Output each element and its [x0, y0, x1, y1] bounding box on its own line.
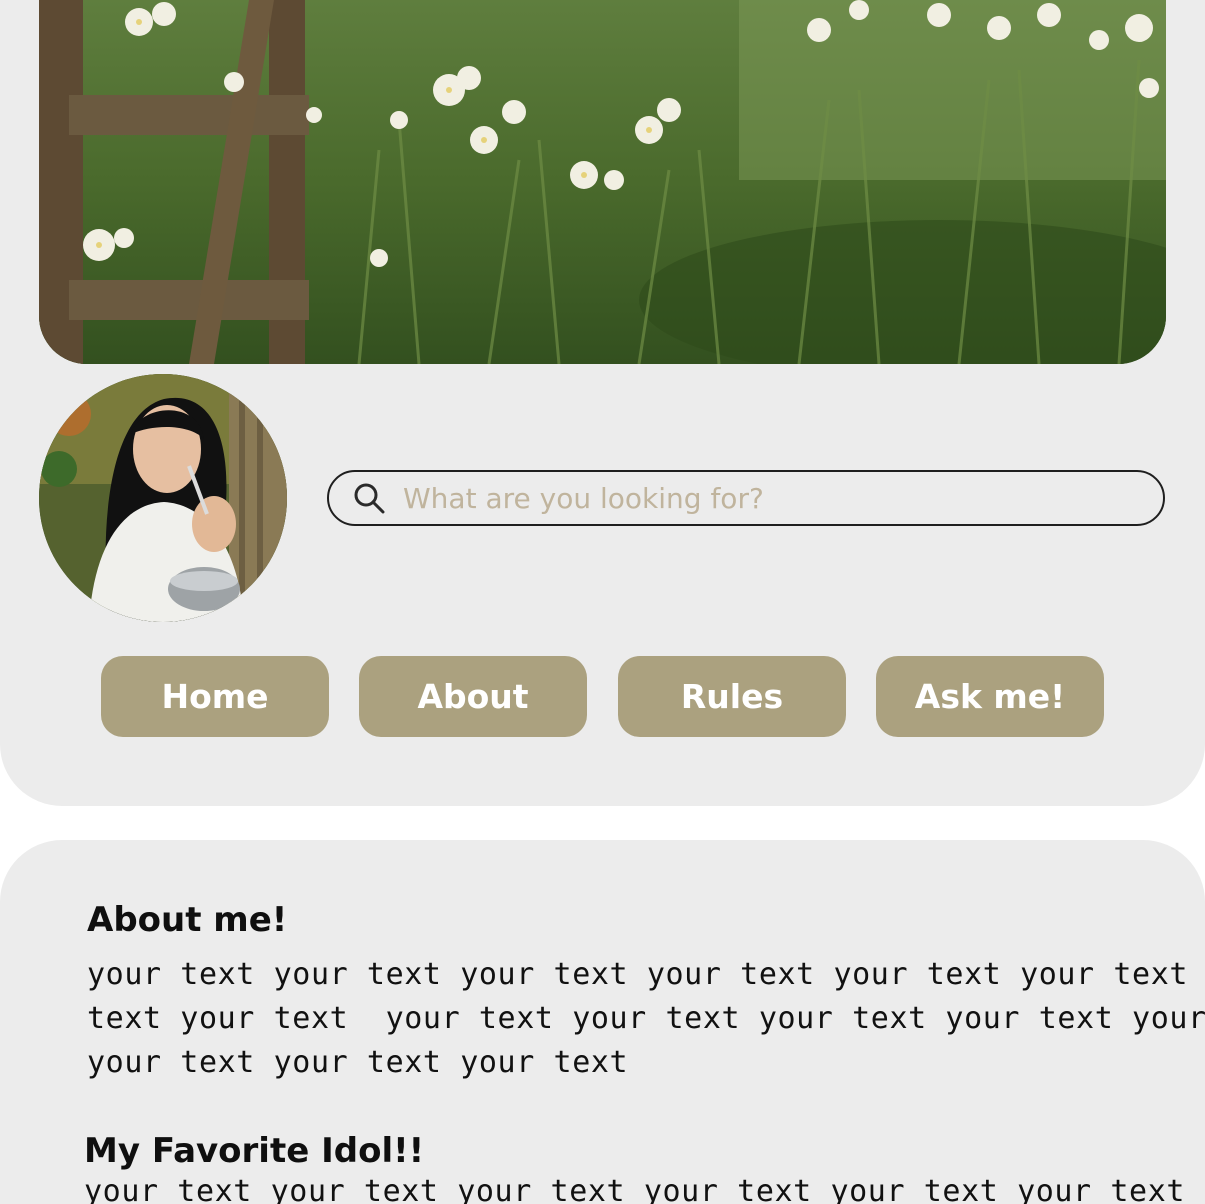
- about-heading: About me!: [87, 900, 288, 940]
- idol-text: your text your text your text your text …: [84, 1170, 1205, 1204]
- about-line: your text your text your text: [87, 1045, 629, 1080]
- nav-about-button[interactable]: About: [359, 656, 587, 737]
- nav-rules-button[interactable]: Rules: [618, 656, 846, 737]
- banner-image: [39, 0, 1166, 364]
- header-card: Home About Rules Ask me!: [0, 0, 1205, 806]
- idol-line: your text your text your text your text …: [84, 1174, 1205, 1204]
- search-icon[interactable]: [351, 480, 387, 516]
- about-line: text your text your text your text your …: [87, 1001, 1205, 1036]
- nav-ask-button[interactable]: Ask me!: [876, 656, 1104, 737]
- page: Home About Rules Ask me! About me! your …: [0, 0, 1205, 1204]
- about-text: your text your text your text your text …: [87, 953, 1205, 1085]
- avatar[interactable]: [39, 374, 287, 622]
- content-card: About me! your text your text your text …: [0, 840, 1205, 1204]
- nav-home-button[interactable]: Home: [101, 656, 329, 737]
- about-line: your text your text your text your text …: [87, 957, 1205, 992]
- idol-heading: My Favorite Idol!!: [84, 1131, 425, 1171]
- search-bar[interactable]: [327, 470, 1165, 526]
- search-input[interactable]: [403, 476, 1123, 520]
